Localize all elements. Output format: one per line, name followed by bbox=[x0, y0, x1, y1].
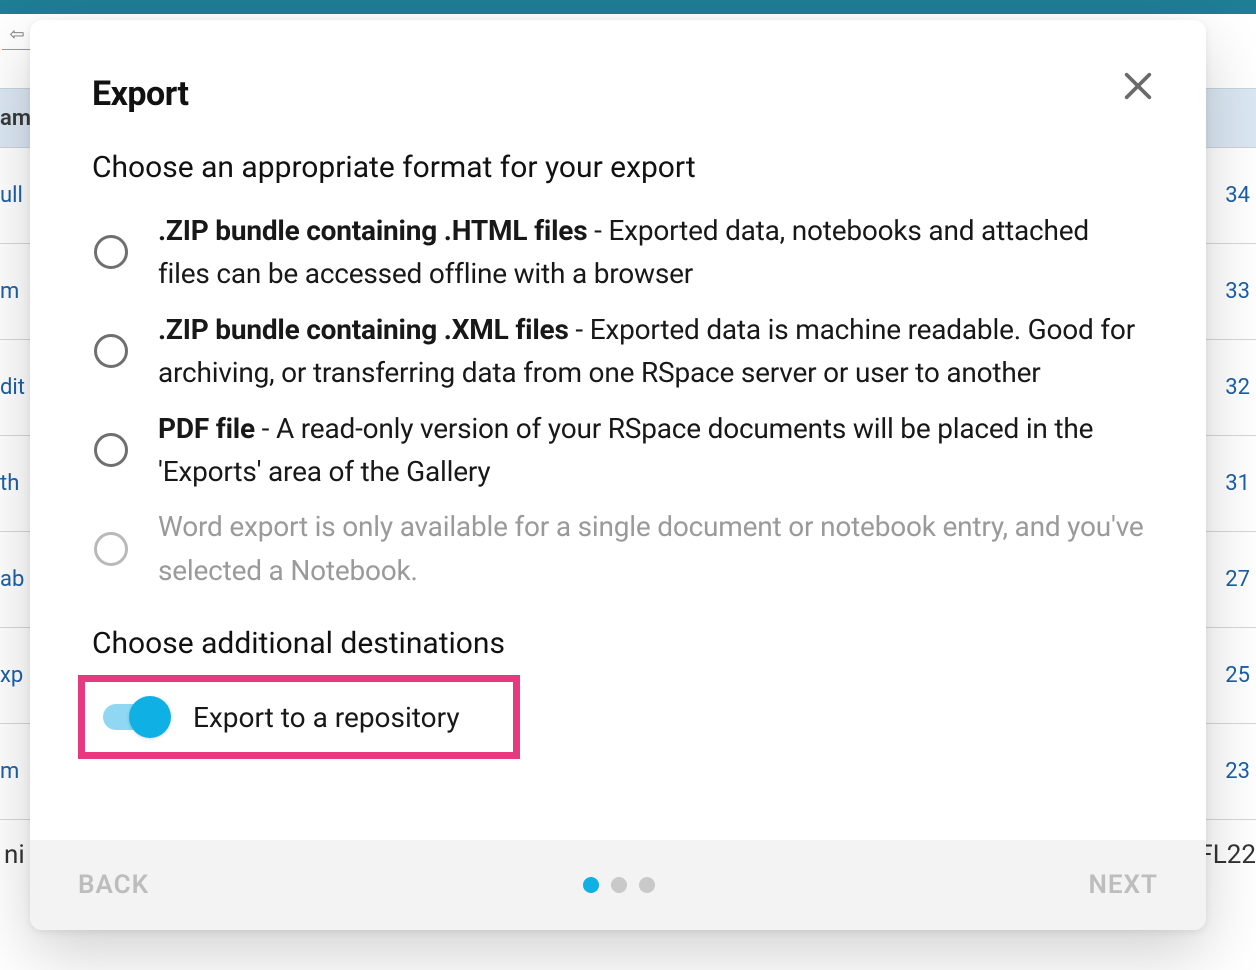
radio-pdf[interactable] bbox=[94, 433, 128, 467]
option-label: .ZIP bundle containing .HTML files - Exp… bbox=[158, 209, 1144, 296]
app-topbar bbox=[0, 0, 1256, 14]
option-zip-xml[interactable]: .ZIP bundle containing .XML files - Expo… bbox=[92, 302, 1144, 401]
dialog-footer: BACK NEXT bbox=[30, 840, 1206, 930]
option-pdf[interactable]: PDF file - A read-only version of your R… bbox=[92, 401, 1144, 500]
step-dot-2[interactable] bbox=[611, 877, 627, 893]
option-zip-html[interactable]: .ZIP bundle containing .HTML files - Exp… bbox=[92, 203, 1144, 302]
destinations-subtitle: Choose additional destinations bbox=[92, 626, 1144, 661]
step-indicator bbox=[583, 877, 655, 893]
format-options: .ZIP bundle containing .HTML files - Exp… bbox=[92, 203, 1144, 598]
repository-toggle-label: Export to a repository bbox=[193, 701, 460, 734]
back-button[interactable]: BACK bbox=[78, 870, 149, 900]
close-button[interactable] bbox=[1114, 62, 1162, 110]
table-header-label: am bbox=[0, 106, 31, 131]
export-dialog: Export Choose an appropriate format for … bbox=[30, 20, 1206, 930]
option-label: Word export is only available for a sing… bbox=[158, 505, 1144, 592]
repository-toggle[interactable] bbox=[103, 696, 171, 738]
step-dot-1[interactable] bbox=[583, 877, 599, 893]
dialog-body: Export Choose an appropriate format for … bbox=[30, 20, 1206, 840]
repository-toggle-highlight: Export to a repository bbox=[78, 675, 520, 759]
format-subtitle: Choose an appropriate format for your ex… bbox=[92, 150, 1144, 185]
switch-thumb bbox=[129, 696, 171, 738]
footer-id: FL22 bbox=[1198, 840, 1256, 870]
radio-zip-xml[interactable] bbox=[94, 334, 128, 368]
radio-zip-html[interactable] bbox=[94, 235, 128, 269]
dialog-title: Export bbox=[92, 74, 1144, 114]
option-label: .ZIP bundle containing .XML files - Expo… bbox=[158, 308, 1144, 395]
step-dot-3[interactable] bbox=[639, 877, 655, 893]
option-label: PDF file - A read-only version of your R… bbox=[158, 407, 1144, 494]
radio-word bbox=[94, 532, 128, 566]
next-button[interactable]: NEXT bbox=[1088, 870, 1158, 900]
option-word-disabled: Word export is only available for a sing… bbox=[92, 499, 1144, 598]
close-icon bbox=[1121, 69, 1155, 103]
back-arrow-icon[interactable]: ⇦ bbox=[2, 20, 32, 50]
